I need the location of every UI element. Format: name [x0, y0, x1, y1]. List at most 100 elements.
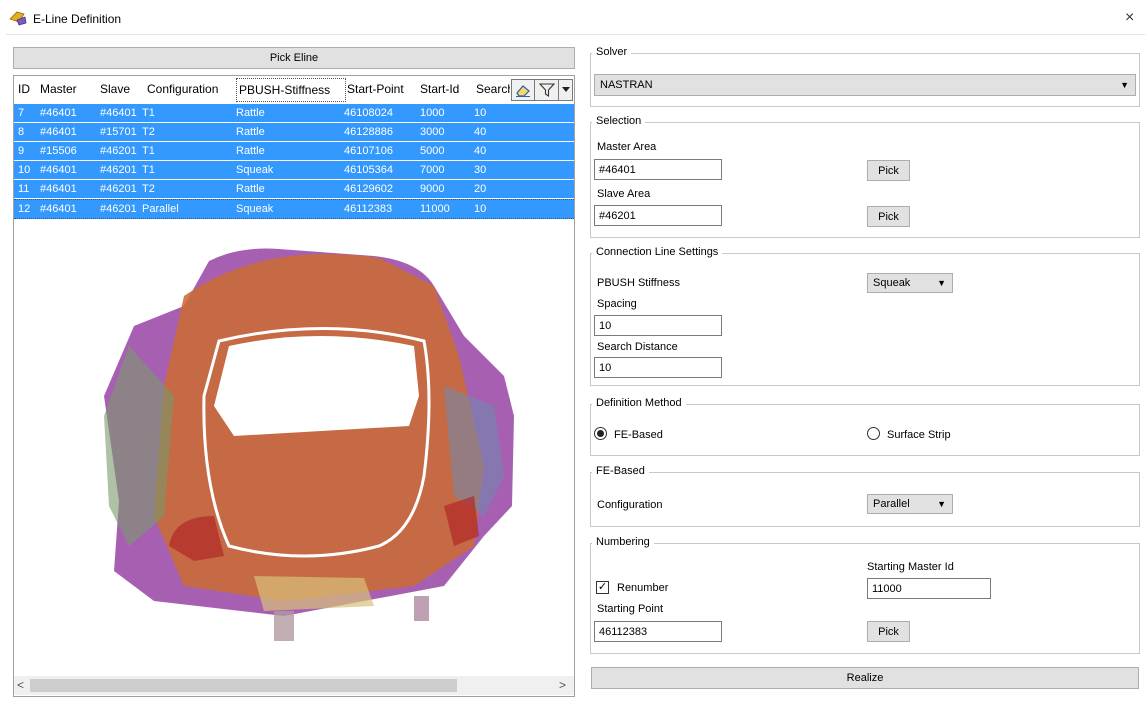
table-row[interactable]: 7 #46401 #46401 T1 Rattle 46108024 1000 10 — [14, 104, 574, 122]
filter-button[interactable] — [534, 79, 560, 101]
surface-strip-radio[interactable] — [867, 427, 880, 440]
slave-area-label: Slave Area — [597, 188, 651, 200]
starting-point-label: Starting Point — [597, 603, 664, 615]
cell-configuration: T2 — [142, 183, 155, 195]
spacing-label: Spacing — [597, 298, 637, 310]
scroll-right-icon[interactable]: > — [559, 678, 566, 692]
cell-search: 40 — [474, 145, 487, 157]
solver-value: NASTRAN — [600, 79, 653, 91]
renumber-label[interactable]: Renumber — [617, 582, 668, 594]
cell-pbush-stiffness: Rattle — [236, 126, 265, 138]
slave-area-input[interactable]: #46201 — [594, 205, 722, 226]
cell-search: 40 — [474, 126, 487, 138]
cell-slave: #15701 — [100, 126, 137, 138]
table-row[interactable]: 11 #46401 #46201 T2 Rattle 46129602 9000 20 — [14, 180, 574, 198]
close-button[interactable]: × — [1125, 8, 1134, 28]
title-bar: E-Line Definition × — [0, 0, 1145, 34]
cell-start-point: 46128886 — [344, 126, 393, 138]
cell-start-point: 46107106 — [344, 145, 393, 157]
app-logo-icon — [9, 11, 27, 26]
cell-id: 7 — [18, 107, 25, 119]
cell-slave: #46401 — [100, 107, 137, 119]
definition-method-title: Definition Method — [592, 397, 686, 409]
fe-based-group — [590, 472, 1140, 527]
car-model-viewport[interactable] — [34, 216, 564, 646]
scroll-left-icon[interactable]: < — [17, 678, 24, 692]
configuration-label: Configuration — [597, 499, 663, 511]
chevron-down-icon — [561, 87, 570, 92]
realize-button[interactable]: Realize — [591, 667, 1139, 689]
chevron-down-icon: ▼ — [1120, 80, 1129, 90]
filter-dropdown-button[interactable] — [558, 79, 573, 101]
table-row[interactable]: 10 #46401 #46201 T1 Squeak 46105364 7000 30 — [14, 161, 574, 179]
fe-based-group-title: FE-Based — [592, 465, 649, 477]
starting-point-pick-button[interactable]: Pick — [867, 621, 910, 642]
title-divider — [6, 34, 1145, 35]
pick-eline-button[interactable]: Pick Eline — [13, 47, 575, 69]
clear-filter-button[interactable] — [511, 79, 535, 101]
cell-master: #46401 — [40, 183, 77, 195]
cell-master: #46401 — [40, 126, 77, 138]
cell-pbush-stiffness: Rattle — [236, 183, 265, 195]
cell-start-id: 7000 — [420, 164, 445, 176]
cell-search: 10 — [474, 107, 487, 119]
cell-search: 20 — [474, 183, 487, 195]
master-area-input[interactable]: #46401 — [594, 159, 722, 180]
cell-slave: #46201 — [100, 183, 137, 195]
eline-table: ID Master Slave Configuration PBUSH-Stif… — [13, 75, 575, 697]
cell-start-id: 1000 — [420, 107, 445, 119]
solver-group-title: Solver — [592, 46, 632, 58]
cell-start-id: 3000 — [420, 126, 445, 138]
cell-id: 12 — [18, 203, 31, 215]
cell-master: #15506 — [40, 145, 77, 157]
solver-dropdown[interactable]: NASTRAN ▼ — [594, 74, 1136, 96]
cell-slave: #46201 — [100, 164, 137, 176]
column-header-search[interactable]: Search — [476, 76, 510, 102]
configuration-value: Parallel — [873, 498, 910, 510]
definition-method-group — [590, 404, 1140, 456]
pbush-stiffness-value: Squeak — [873, 277, 911, 289]
scrollbar-thumb[interactable] — [30, 679, 457, 692]
slave-pick-button[interactable]: Pick — [867, 206, 910, 227]
column-header-id[interactable]: ID — [18, 76, 38, 102]
cell-id: 11 — [18, 183, 30, 195]
search-distance-input[interactable]: 10 — [594, 357, 722, 378]
master-area-label: Master Area — [597, 141, 657, 153]
cell-configuration: T1 — [142, 145, 155, 157]
table-row[interactable]: 8 #46401 #15701 T2 Rattle 46128886 3000 40 — [14, 123, 574, 141]
column-header-pbush-stiffness[interactable]: PBUSH-Stiffness — [236, 78, 346, 102]
cell-id: 9 — [18, 145, 25, 157]
connection-settings-title: Connection Line Settings — [592, 246, 723, 258]
cell-start-point: 46129602 — [344, 183, 393, 195]
numbering-group-title: Numbering — [592, 536, 654, 548]
column-header-start-id[interactable]: Start-Id — [420, 76, 472, 102]
window-title: E-Line Definition — [33, 12, 122, 26]
pbush-stiffness-dropdown[interactable]: Squeak ▼ — [867, 273, 953, 293]
search-distance-label: Search Distance — [597, 341, 678, 353]
cell-start-point: 46108024 — [344, 107, 393, 119]
column-header-configuration[interactable]: Configuration — [147, 76, 237, 102]
fe-based-radio-label[interactable]: FE-Based — [614, 429, 663, 441]
cell-configuration: T2 — [142, 126, 155, 138]
configuration-dropdown[interactable]: Parallel ▼ — [867, 494, 953, 514]
column-header-slave[interactable]: Slave — [100, 76, 146, 102]
selection-group-title: Selection — [592, 115, 646, 127]
filter-icon — [539, 83, 555, 97]
starting-master-id-input[interactable]: 11000 — [867, 578, 991, 599]
column-header-start-point[interactable]: Start-Point — [347, 76, 411, 102]
column-header-master[interactable]: Master — [40, 76, 96, 102]
spacing-input[interactable]: 10 — [594, 315, 722, 336]
cell-id: 8 — [18, 126, 25, 138]
cell-start-id: 5000 — [420, 145, 445, 157]
cell-configuration: T1 — [142, 164, 155, 176]
cell-pbush-stiffness: Squeak — [236, 164, 274, 176]
cell-search: 30 — [474, 164, 487, 176]
cell-master: #46401 — [40, 164, 77, 176]
table-row[interactable]: 9 #15506 #46201 T1 Rattle 46107106 5000 40 — [14, 142, 574, 160]
surface-strip-radio-label[interactable]: Surface Strip — [887, 429, 951, 441]
chevron-down-icon: ▼ — [937, 499, 946, 509]
renumber-checkbox[interactable]: ✓ — [596, 581, 609, 594]
starting-point-input[interactable]: 46112383 — [594, 621, 722, 642]
fe-based-radio[interactable] — [594, 427, 607, 440]
master-pick-button[interactable]: Pick — [867, 160, 910, 181]
